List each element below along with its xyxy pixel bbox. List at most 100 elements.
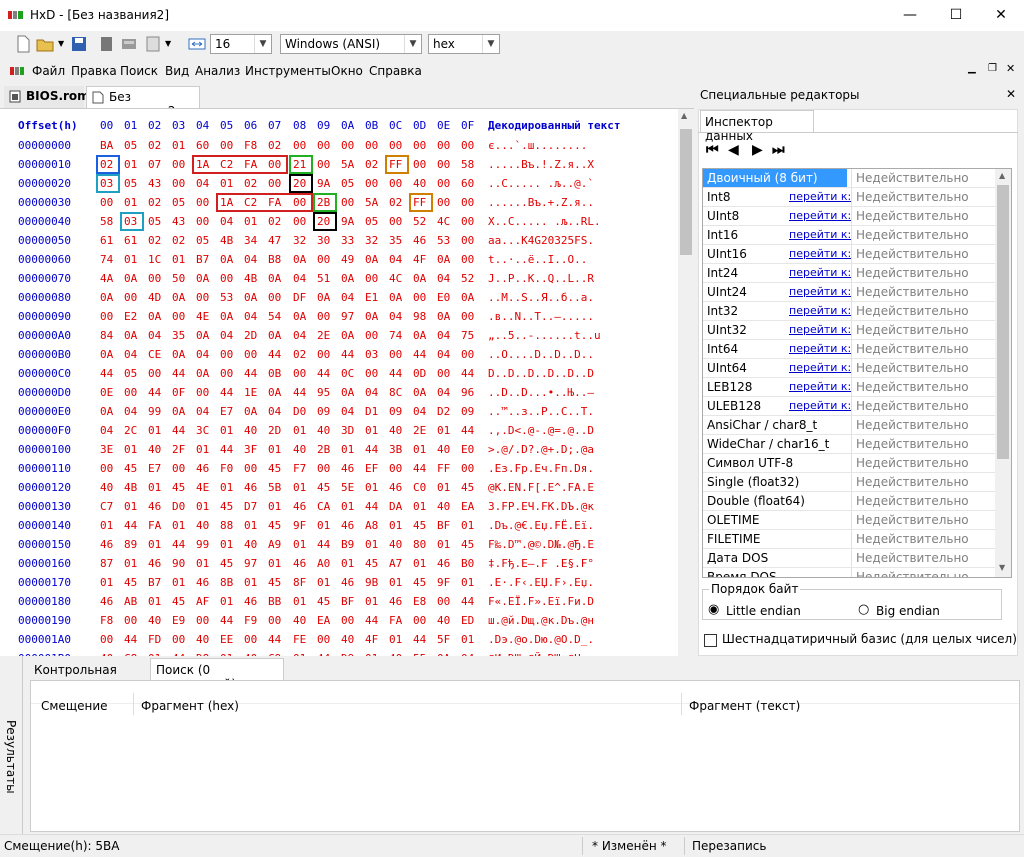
hex-byte[interactable]: BA bbox=[100, 139, 113, 152]
hex-byte[interactable]: 90 bbox=[172, 557, 185, 570]
hex-row[interactable]: 000000B0 0A 04 CE 0A 04 00 00 44 02 00 44 03 00 44 04 00… bbox=[0, 348, 680, 367]
hex-byte[interactable]: 00 bbox=[172, 177, 185, 190]
decoded-text[interactable]: ..™..з..Р..С..Т. bbox=[488, 405, 594, 418]
hex-row[interactable]: 000001A0 00 44 FD 00 40 EE 00 44 FE 00 40 4F 01 44 5F 01… bbox=[0, 633, 680, 652]
hex-byte[interactable]: 54 bbox=[268, 310, 281, 323]
hex-byte[interactable]: 35 bbox=[172, 329, 185, 342]
inspector-row[interactable]: ULEB128 перейти к: Недействительно bbox=[703, 397, 995, 416]
hex-byte[interactable]: 01 bbox=[124, 443, 137, 456]
hex-byte[interactable]: 5A bbox=[341, 158, 354, 171]
app-menu-icon[interactable] bbox=[10, 64, 24, 78]
hex-byte[interactable]: 00 bbox=[100, 310, 113, 323]
hex-byte[interactable]: 44 bbox=[317, 538, 330, 551]
hex-byte[interactable]: 04 bbox=[413, 405, 426, 418]
hex-byte[interactable]: 46 bbox=[341, 519, 354, 532]
hex-byte[interactable]: 01 bbox=[389, 519, 402, 532]
hex-byte[interactable]: 44 bbox=[172, 538, 185, 551]
hex-byte[interactable]: 4B bbox=[124, 481, 137, 494]
hex-byte[interactable]: 01 bbox=[244, 519, 257, 532]
inspector-value[interactable]: Недействительно bbox=[851, 492, 991, 510]
inspector-value[interactable]: Недействительно bbox=[851, 511, 991, 529]
hex-byte[interactable]: 40 bbox=[437, 614, 450, 627]
hex-byte[interactable]: 40 bbox=[244, 424, 257, 437]
hex-byte[interactable]: 5B bbox=[268, 481, 281, 494]
hex-byte[interactable]: 01 bbox=[437, 481, 450, 494]
hex-byte[interactable]: 00 bbox=[413, 291, 426, 304]
hex-byte[interactable]: 4C bbox=[437, 215, 450, 228]
decoded-text[interactable]: @K.EN.F[.E^.FА.E bbox=[488, 481, 594, 494]
decoded-text[interactable]: .,.D<.@-.@=.@..D bbox=[488, 424, 594, 437]
hex-byte[interactable]: FA bbox=[389, 614, 402, 627]
hex-row[interactable]: 00000040 58 03 05 43 00 04 01 02 00 20 9A 05 00 52 4C 00… bbox=[0, 215, 680, 234]
inspector-row[interactable]: UInt32 перейти к: Недействительно bbox=[703, 321, 995, 340]
hex-byte[interactable]: 00 bbox=[172, 462, 185, 475]
hex-byte[interactable]: 0A bbox=[268, 272, 281, 285]
hex-byte[interactable]: 04 bbox=[341, 291, 354, 304]
hex-byte[interactable]: FD bbox=[148, 633, 161, 646]
hex-byte[interactable]: 0A bbox=[268, 329, 281, 342]
hex-byte[interactable]: 44 bbox=[124, 633, 137, 646]
inspector-value[interactable]: Недействительно bbox=[851, 188, 991, 206]
hex-byte[interactable]: 45 bbox=[268, 462, 281, 475]
hex-byte[interactable]: 00 bbox=[413, 139, 426, 152]
inspector-value[interactable]: Недействительно bbox=[851, 473, 991, 491]
hex-byte[interactable]: 44 bbox=[413, 462, 426, 475]
hex-byte[interactable]: A7 bbox=[389, 557, 402, 570]
hex-byte[interactable]: 01 bbox=[365, 538, 378, 551]
charset-select[interactable]: Windows (ANSI) ▼ bbox=[280, 34, 422, 54]
hex-byte[interactable]: 00 bbox=[365, 139, 378, 152]
hex-byte[interactable]: 00 bbox=[317, 462, 330, 475]
hex-row[interactable]: 00000160 87 01 46 90 01 45 97 01 46 A0 01 45 A7 01 46 B0… bbox=[0, 557, 680, 576]
hex-byte[interactable]: 00 bbox=[244, 633, 257, 646]
goto-link[interactable]: перейти к: bbox=[789, 228, 851, 241]
hex-byte[interactable]: 34 bbox=[244, 234, 257, 247]
tab-checksum[interactable]: Контрольная сумма bbox=[30, 660, 150, 691]
decoded-text[interactable]: .....Въ.!.Z.я..X bbox=[488, 158, 594, 171]
hex-byte[interactable]: 0A bbox=[172, 291, 185, 304]
hex-byte[interactable]: E2 bbox=[124, 310, 137, 323]
decoded-text[interactable]: З.FР.EЧ.FК.DЪ.@к bbox=[488, 500, 594, 513]
hex-byte[interactable]: 44 bbox=[461, 424, 474, 437]
hex-byte[interactable]: 02 bbox=[172, 234, 185, 247]
inspector-row[interactable]: Int32 перейти к: Недействительно bbox=[703, 302, 995, 321]
hex-byte[interactable]: 01 bbox=[196, 500, 209, 513]
hex-byte[interactable]: 04 bbox=[196, 177, 209, 190]
inspector-row[interactable]: Двоичный (8 бит) Недействительно bbox=[703, 169, 995, 188]
last-icon[interactable]: ⏭ bbox=[772, 142, 785, 158]
decoded-text[interactable]: .в..N..T..—..... bbox=[488, 310, 594, 323]
hex-byte[interactable]: 02 bbox=[148, 139, 161, 152]
hex-byte[interactable]: 00 bbox=[437, 139, 450, 152]
hex-byte[interactable]: 04 bbox=[437, 386, 450, 399]
hex-byte[interactable]: 2D bbox=[268, 424, 281, 437]
hex-byte[interactable]: 47 bbox=[268, 234, 281, 247]
hex-byte[interactable]: 45 bbox=[365, 557, 378, 570]
hex-byte[interactable]: 04 bbox=[148, 329, 161, 342]
hex-byte[interactable]: 01 bbox=[461, 519, 474, 532]
col-offset[interactable]: Смещение bbox=[41, 699, 108, 713]
hex-byte[interactable]: 0A bbox=[461, 291, 474, 304]
hex-byte[interactable]: 0B bbox=[268, 367, 281, 380]
hex-byte[interactable]: 01 bbox=[268, 443, 281, 456]
hex-byte[interactable]: 01 bbox=[220, 177, 233, 190]
hex-byte[interactable]: 46 bbox=[244, 595, 257, 608]
hex-byte[interactable]: 00 bbox=[461, 196, 474, 209]
hex-byte[interactable]: 09 bbox=[317, 405, 330, 418]
inspector-row[interactable]: UInt16 перейти к: Недействительно bbox=[703, 245, 995, 264]
hex-row[interactable]: 000000E0 0A 04 99 0A 04 E7 0A 04 D0 09 04 D1 09 04 D2 09… bbox=[0, 405, 680, 424]
hex-byte[interactable]: 05 bbox=[341, 177, 354, 190]
hex-byte[interactable]: 0A bbox=[220, 253, 233, 266]
hex-byte[interactable]: 40 bbox=[148, 614, 161, 627]
hex-byte[interactable]: 05 bbox=[148, 215, 161, 228]
hex-byte[interactable]: 44 bbox=[389, 367, 402, 380]
hex-byte[interactable]: 00 bbox=[172, 310, 185, 323]
hex-byte[interactable]: 01 bbox=[293, 538, 306, 551]
hex-byte[interactable]: 44 bbox=[268, 348, 281, 361]
decoded-text[interactable]: є...`.ш........ bbox=[488, 139, 587, 152]
hex-byte[interactable]: EA bbox=[461, 500, 474, 513]
offset-base-select[interactable]: hex ▼ bbox=[428, 34, 500, 54]
hex-byte[interactable]: 00 bbox=[437, 595, 450, 608]
hex-byte[interactable]: 0A bbox=[124, 329, 137, 342]
inspector-value[interactable]: Недействительно bbox=[851, 435, 991, 453]
tab-bios-rom[interactable]: BIOS.rom bbox=[4, 86, 90, 108]
radio-big-endian[interactable]: ○ bbox=[858, 602, 869, 617]
